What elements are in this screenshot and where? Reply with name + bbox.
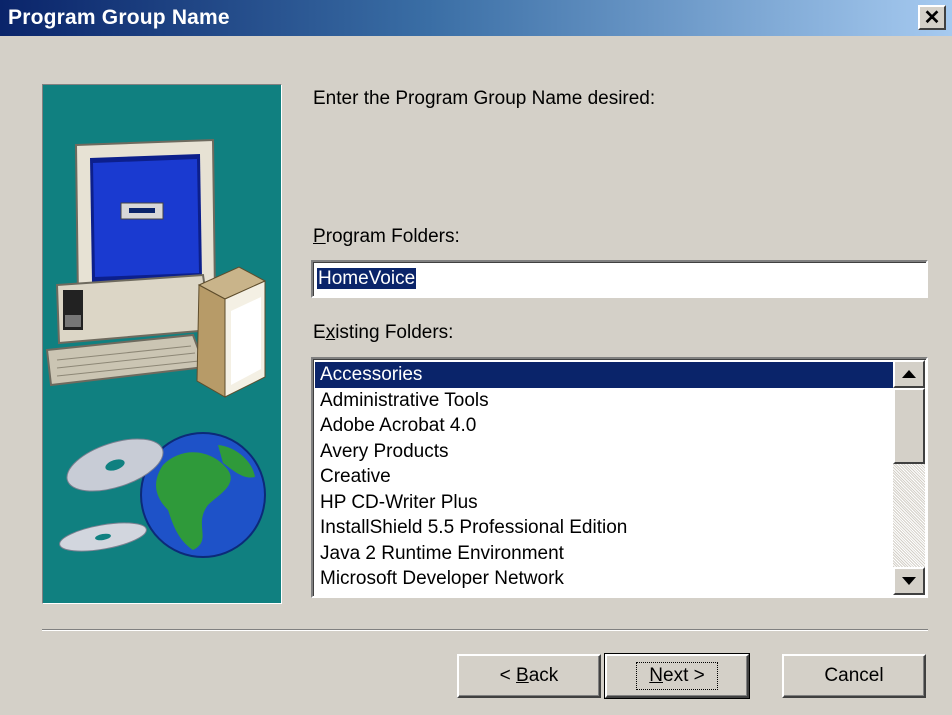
cancel-label: Cancel: [824, 665, 884, 686]
program-folders-label: Program Folders:: [313, 226, 460, 248]
scroll-up-button[interactable]: [893, 360, 925, 388]
list-item[interactable]: InstallShield 5.5 Professional Edition: [315, 515, 893, 541]
scroll-thumb[interactable]: [893, 388, 925, 464]
list-item[interactable]: Adobe Acrobat 4.0: [315, 413, 893, 439]
cancel-button[interactable]: Cancel: [782, 654, 926, 698]
program-folders-label-rest: rogram Folders:: [325, 226, 460, 247]
list-item[interactable]: Administrative Tools: [315, 388, 893, 414]
close-icon: ✕: [923, 6, 941, 29]
close-button[interactable]: ✕: [918, 5, 946, 30]
setup-illustration: [42, 84, 282, 604]
button-divider: [42, 629, 928, 631]
existing-folders-label-rest: isting Folders:: [335, 322, 454, 343]
scroll-down-arrow-icon: [902, 576, 916, 585]
list-item[interactable]: HP CD-Writer Plus: [315, 490, 893, 516]
scroll-down-button[interactable]: [893, 567, 925, 595]
back-label-pre: <: [499, 665, 517, 686]
next-label-rest: ext >: [663, 665, 705, 686]
back-label: < Back: [500, 665, 559, 687]
computer-box-cd-globe-illustration: [45, 138, 267, 558]
existing-folders-label: Existing Folders:: [313, 322, 453, 344]
back-label-accel: B: [516, 665, 529, 686]
existing-folders-items: Accessories Administrative Tools Adobe A…: [315, 362, 893, 592]
scroll-up-arrow-icon: [902, 369, 916, 378]
back-label-rest: ack: [528, 665, 559, 686]
list-scrollbar[interactable]: [893, 360, 925, 595]
program-folder-value: HomeVoice: [317, 268, 417, 289]
list-item[interactable]: Microsoft Developer Network: [315, 566, 893, 592]
list-item[interactable]: Accessories: [315, 362, 893, 388]
program-folders-label-accel: P: [313, 226, 326, 247]
instruction-text: Enter the Program Group Name desired:: [313, 88, 656, 109]
existing-folders-label-pre: E: [313, 322, 326, 343]
window-title: Program Group Name: [8, 6, 230, 29]
next-label: Next >: [636, 662, 718, 690]
existing-folders-list[interactable]: Accessories Administrative Tools Adobe A…: [311, 357, 928, 598]
program-folder-input[interactable]: HomeVoice: [311, 260, 928, 298]
list-item[interactable]: Avery Products: [315, 439, 893, 465]
list-item[interactable]: Creative: [315, 464, 893, 490]
title-bar: Program Group Name ✕: [0, 0, 952, 36]
next-label-accel: N: [649, 665, 663, 686]
back-button[interactable]: < Back: [457, 654, 601, 698]
existing-folders-label-accel: x: [325, 322, 336, 343]
list-item[interactable]: Java 2 Runtime Environment: [315, 541, 893, 567]
next-button[interactable]: Next >: [604, 653, 750, 699]
